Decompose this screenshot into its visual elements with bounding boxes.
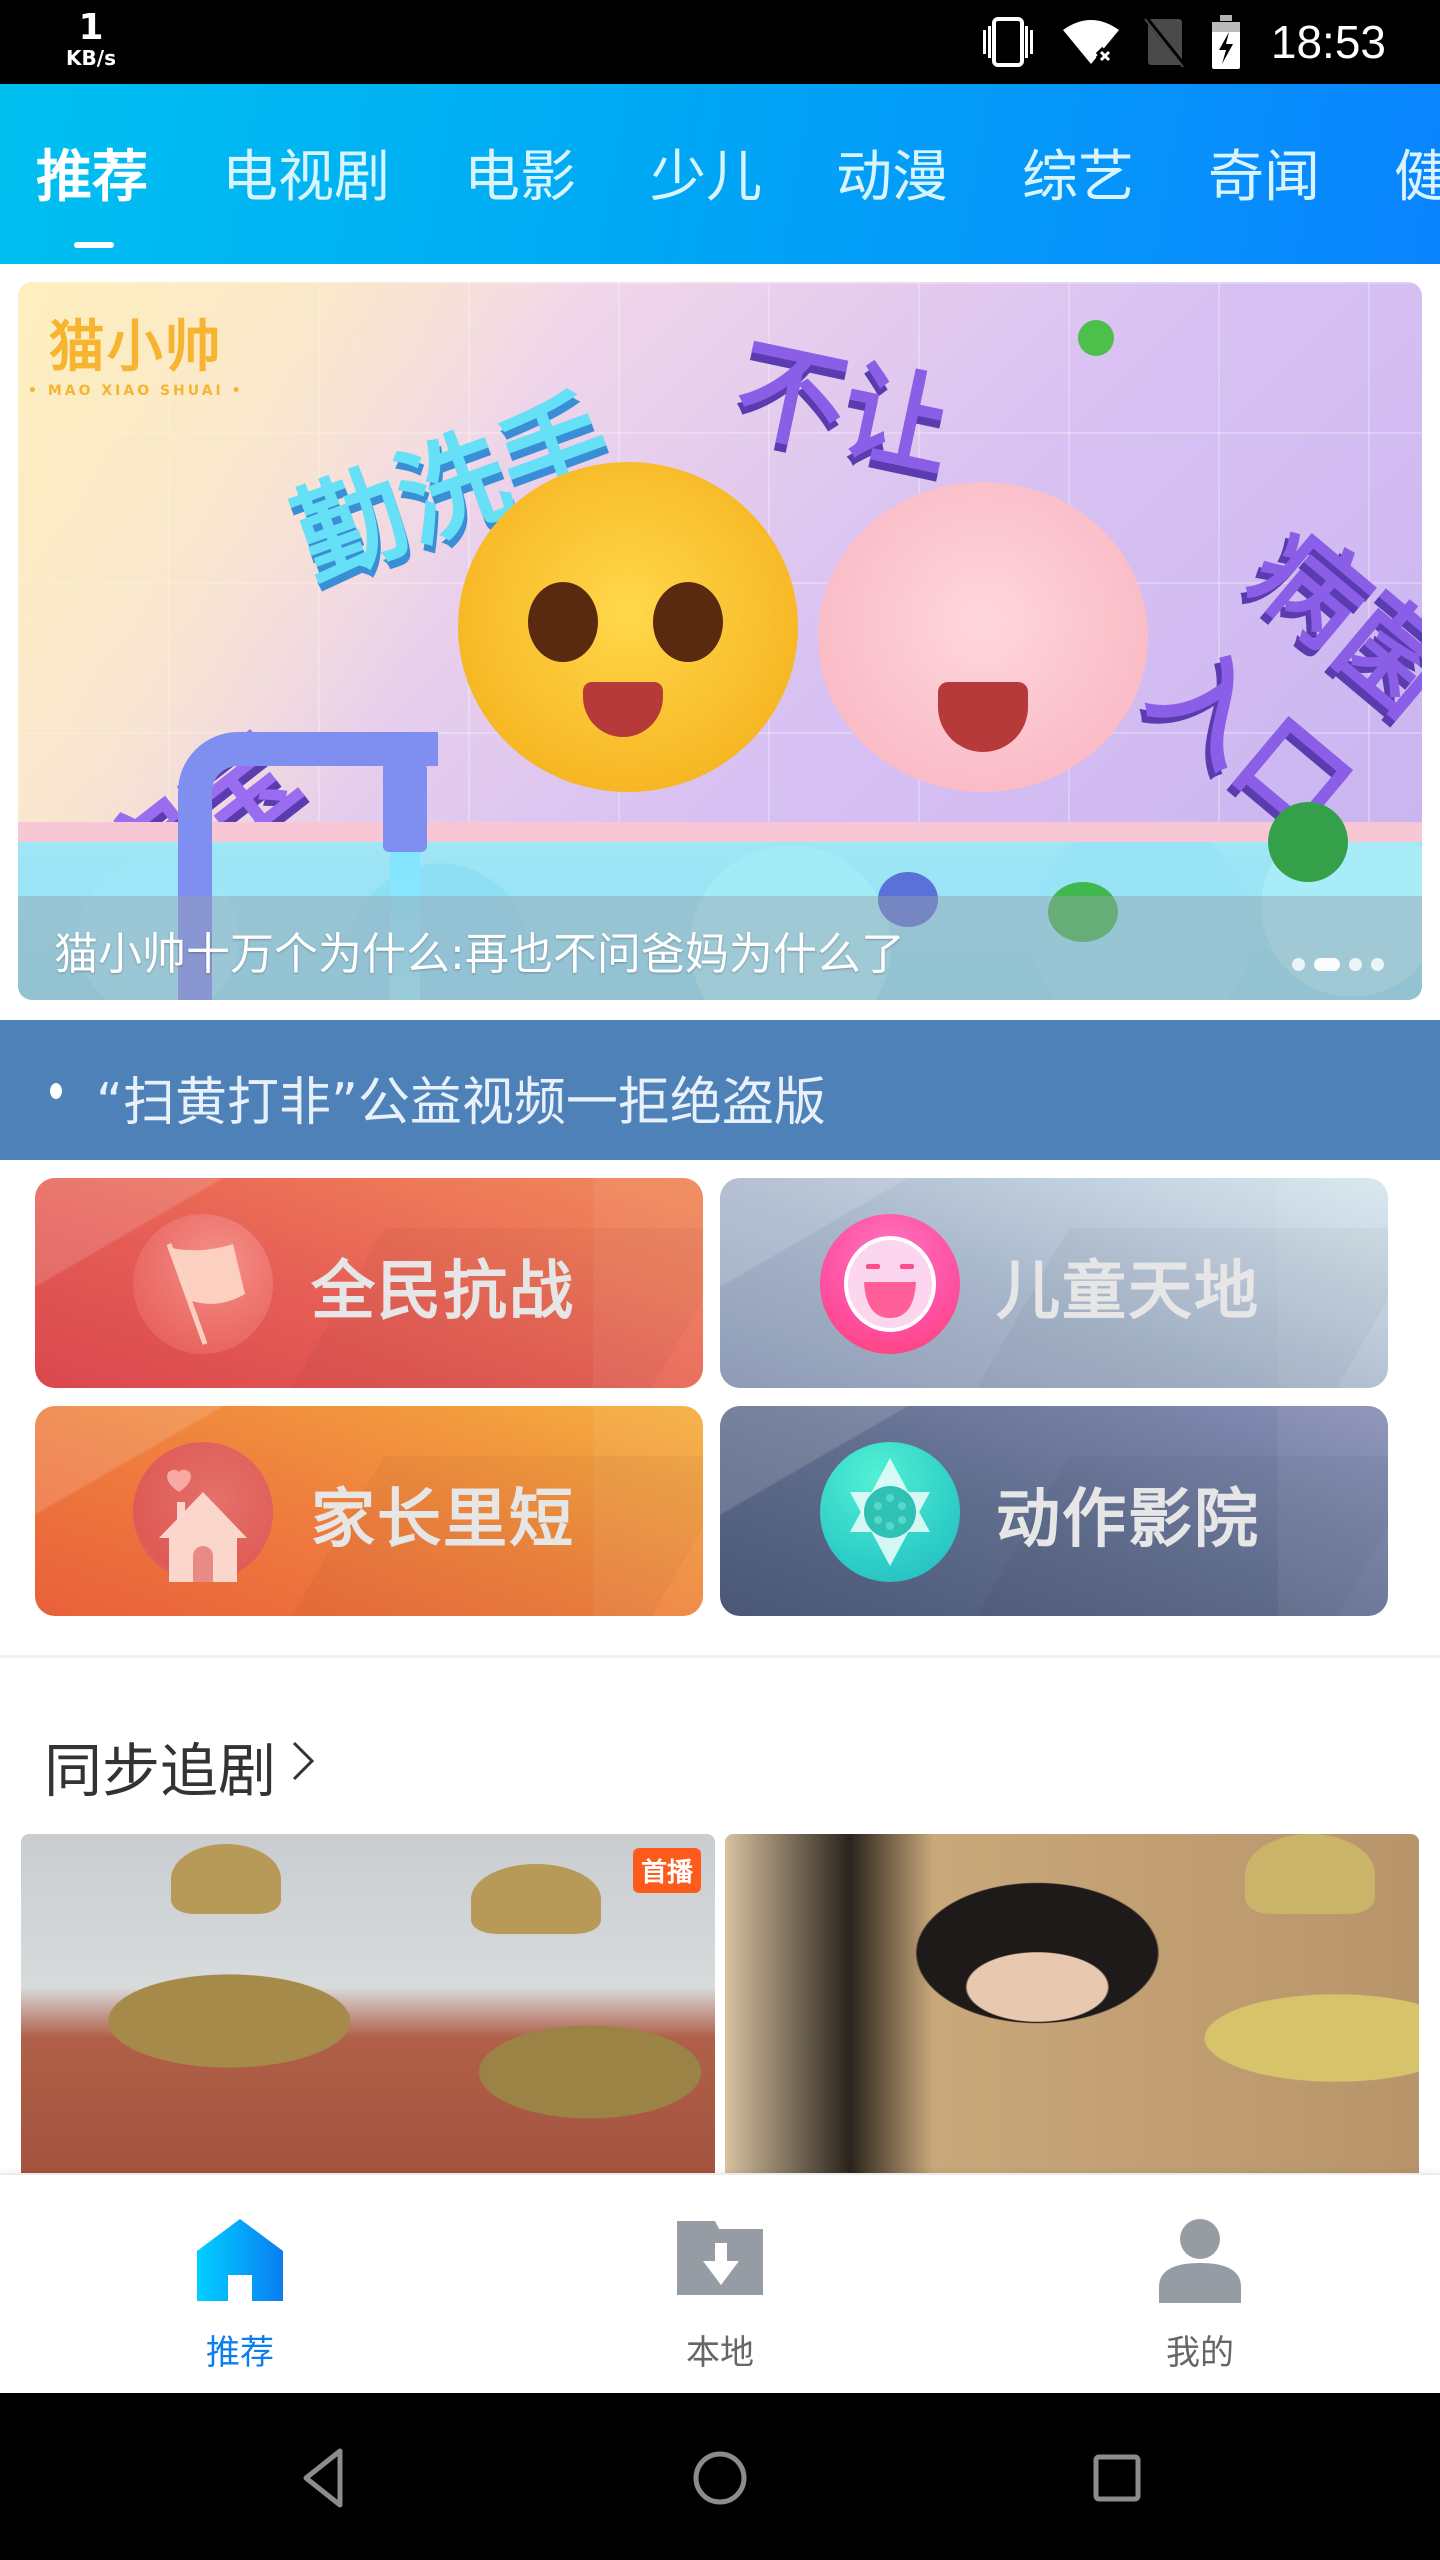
nav-item-mine[interactable]: 我的 xyxy=(960,2175,1440,2395)
section-header-sync-drama[interactable]: 同步追剧 xyxy=(44,1724,318,1808)
soldier-cap-illustration xyxy=(1245,1834,1375,1914)
home-circle-icon[interactable] xyxy=(685,2443,755,2513)
tab-anime[interactable]: 动漫 xyxy=(836,132,948,213)
category-button-action-cinema[interactable]: 动作影院 xyxy=(720,1406,1388,1616)
download-folder-icon xyxy=(675,2217,765,2301)
section-divider xyxy=(0,1655,1440,1658)
nav-label: 我的 xyxy=(1166,2333,1234,2373)
tab-variety[interactable]: 综艺 xyxy=(1022,132,1134,213)
clock: 18:53 xyxy=(1270,16,1386,68)
tab-kids[interactable]: 少儿 xyxy=(650,132,762,213)
tab-tv-series[interactable]: 电视剧 xyxy=(222,132,390,213)
tab-movies[interactable]: 电影 xyxy=(464,132,576,213)
category-shortcut-grid: 全民抗战 儿童天地 家长里短 动作影院 xyxy=(0,1160,1440,1640)
category-label: 家长里短 xyxy=(311,1483,575,1557)
nav-label: 本地 xyxy=(686,2333,754,2373)
nav-item-local[interactable]: 本地 xyxy=(480,2175,960,2395)
pink-cat-illustration xyxy=(818,482,1148,792)
status-bar: 1 KB/s 18:53 xyxy=(0,0,1440,84)
pager-dot-active[interactable] xyxy=(1314,958,1340,971)
germ-illustration xyxy=(1268,802,1348,882)
user-icon xyxy=(1155,2217,1245,2307)
pager-dot[interactable] xyxy=(1349,958,1362,971)
vibrate-icon xyxy=(977,16,1039,68)
germ-illustration xyxy=(1078,320,1114,356)
tab-oddities[interactable]: 奇闻 xyxy=(1208,132,1320,213)
nav-item-recommend[interactable]: 推荐 xyxy=(0,2175,480,2395)
banner-logo-en: • MAO XIAO SHUAI • xyxy=(28,383,244,399)
category-button-national-resistance[interactable]: 全民抗战 xyxy=(35,1178,703,1388)
network-speed-value: 1 xyxy=(78,7,104,48)
chevron-right-icon xyxy=(288,1731,318,1801)
recents-icon[interactable] xyxy=(1082,2443,1152,2513)
category-button-kids-world[interactable]: 儿童天地 xyxy=(720,1178,1388,1388)
pager-dot[interactable] xyxy=(1371,958,1384,971)
banner-caption: 猫小帅十万个为什么:再也不问爸妈为什么了 xyxy=(54,929,905,980)
banner-logo-cn: 猫小帅 xyxy=(48,315,223,380)
active-tab-indicator xyxy=(74,242,114,248)
battery-charging-icon xyxy=(1209,14,1243,70)
nav-label: 推荐 xyxy=(206,2333,274,2373)
notice-bar[interactable]: “扫黄打非”公益视频一拒绝盗版 xyxy=(0,1020,1440,1160)
network-speed-unit: KB/s xyxy=(66,46,116,70)
category-label: 儿童天地 xyxy=(996,1255,1260,1329)
banner-caption-bar: 猫小帅十万个为什么:再也不问爸妈为什么了 xyxy=(18,896,1422,1000)
notice-text: “扫黄打非”公益视频一拒绝盗版 xyxy=(96,1073,826,1133)
tab-recommend[interactable]: 推荐 xyxy=(36,132,148,213)
flag-icon xyxy=(133,1214,273,1354)
no-sim-icon xyxy=(1142,15,1187,69)
category-label: 动作影院 xyxy=(996,1483,1260,1557)
network-speed: 1 KB/s xyxy=(56,7,126,70)
house-icon xyxy=(133,1442,273,1582)
carousel-pager xyxy=(1292,958,1384,971)
smiley-face-icon xyxy=(820,1214,960,1354)
yellow-cat-illustration xyxy=(458,462,798,792)
faucet-spout xyxy=(383,742,427,852)
category-button-family-matters[interactable]: 家长里短 xyxy=(35,1406,703,1616)
soldier-cap-illustration xyxy=(171,1844,281,1914)
wifi-off-icon xyxy=(1061,16,1121,68)
category-label: 全民抗战 xyxy=(311,1255,575,1329)
soldier-cap-illustration xyxy=(471,1864,601,1934)
category-tab-bar: 推荐 电视剧 电影 少儿 动漫 综艺 奇闻 健 xyxy=(0,84,1440,264)
film-reel-star-icon xyxy=(820,1442,960,1582)
back-icon[interactable] xyxy=(290,2443,360,2513)
drama-thumbnail[interactable]: 首播 xyxy=(21,1834,715,2174)
drama-thumbnail[interactable] xyxy=(725,1834,1419,2174)
banner-logo: 猫小帅 • MAO XIAO SHUAI • xyxy=(28,302,244,399)
home-icon xyxy=(195,2217,285,2305)
bottom-navigation: 推荐 本地 我的 xyxy=(0,2173,1440,2393)
pager-dot[interactable] xyxy=(1292,958,1305,971)
promo-banner-carousel[interactable]: 猫小帅 • MAO XIAO SHUAI • 宝宝 勤洗手 不让 病菌入口 猫小… xyxy=(18,282,1422,1000)
section-title: 同步追剧 xyxy=(44,1737,277,1805)
tab-health[interactable]: 健 xyxy=(1394,132,1440,213)
premiere-badge: 首播 xyxy=(632,1848,701,1893)
bullet-icon xyxy=(50,1083,62,1099)
system-navigation-bar xyxy=(0,2393,1440,2560)
